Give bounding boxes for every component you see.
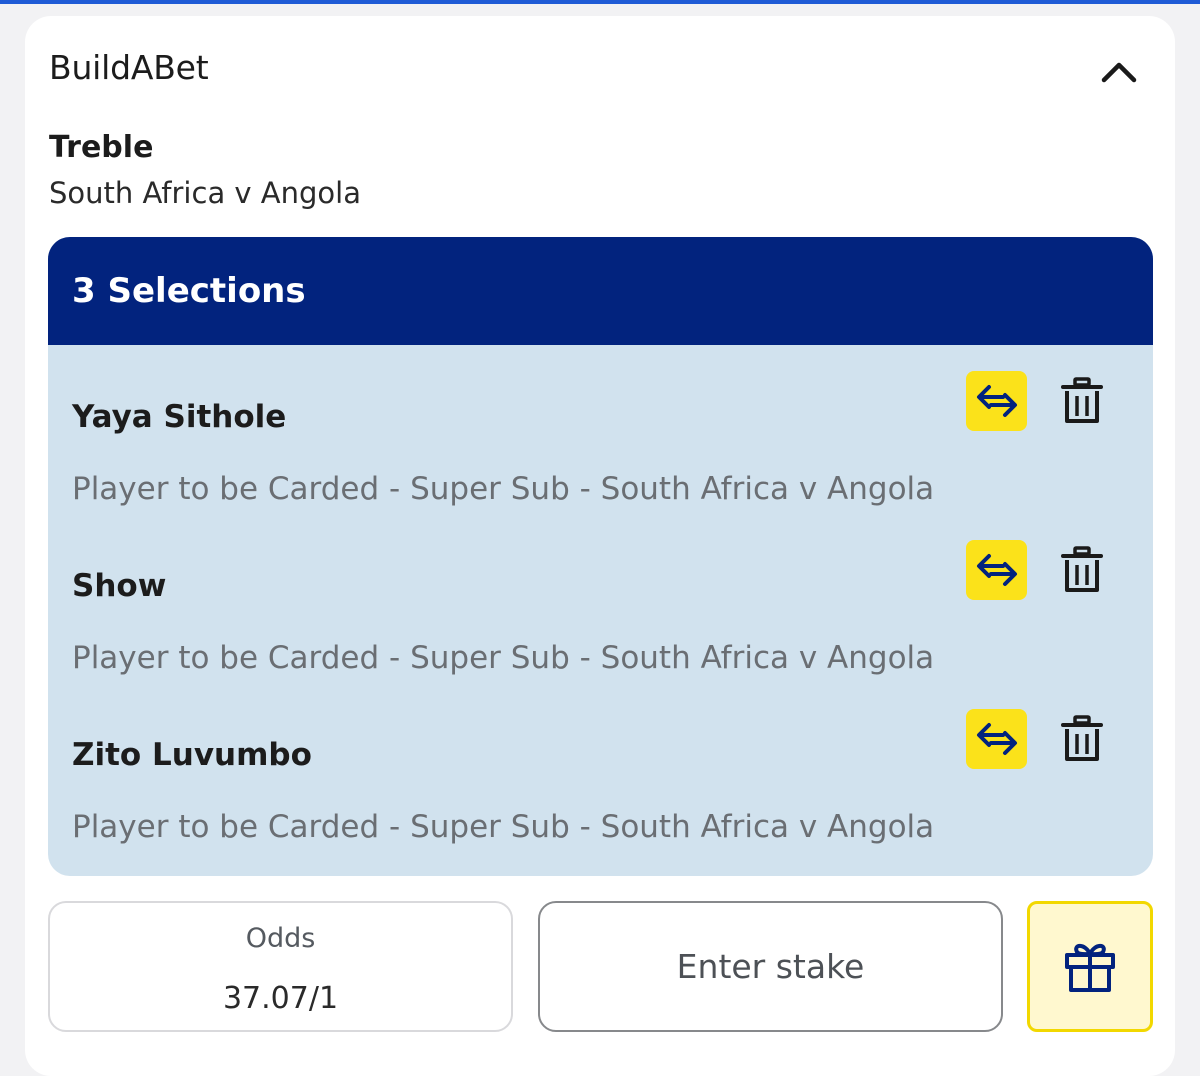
selection-description: Player to be Carded - Super Sub - South …: [72, 640, 935, 676]
selections-panel: 3 Selections Yaya Sithole Player to be C…: [48, 237, 1153, 876]
card-title: BuildABet: [49, 48, 209, 87]
selection-description: Player to be Carded - Super Sub - South …: [72, 809, 935, 845]
swap-selection-button[interactable]: [966, 371, 1027, 431]
odds-label: Odds: [245, 923, 316, 954]
chevron-up-icon: [1101, 62, 1137, 83]
collapse-button[interactable]: [1097, 50, 1141, 94]
odds-display: Odds 37.07/1: [48, 901, 513, 1032]
trash-icon: [1061, 546, 1103, 592]
selection-name: Yaya Sithole: [72, 399, 287, 435]
selection-name: Zito Luvumbo: [72, 737, 312, 773]
swap-arrows-icon: [976, 554, 1017, 586]
selection-row: Yaya Sithole Player to be Carded - Super…: [48, 371, 1153, 559]
selections-header: 3 Selections: [48, 237, 1153, 345]
selection-row: Zito Luvumbo Player to be Carded - Super…: [48, 709, 1153, 876]
buildabet-card: BuildABet Treble South Africa v Angola 3…: [25, 16, 1175, 1076]
delete-selection-button[interactable]: [1054, 709, 1110, 769]
delete-selection-button[interactable]: [1054, 371, 1110, 431]
trash-icon: [1061, 715, 1103, 761]
top-accent-bar: [0, 0, 1200, 4]
swap-selection-button[interactable]: [966, 709, 1027, 769]
trash-icon: [1061, 377, 1103, 423]
swap-arrows-icon: [976, 385, 1017, 417]
gift-icon: [1065, 943, 1115, 992]
stake-input[interactable]: [538, 901, 1003, 1032]
delete-selection-button[interactable]: [1054, 540, 1110, 600]
selection-description: Player to be Carded - Super Sub - South …: [72, 471, 935, 507]
selection-row: Show Player to be Carded - Super Sub - S…: [48, 540, 1153, 728]
swap-arrows-icon: [976, 723, 1017, 755]
odds-value: 37.07/1: [222, 981, 339, 1016]
selection-name: Show: [72, 568, 167, 604]
selections-count-title: 3 Selections: [72, 271, 306, 311]
free-bet-gift-button[interactable]: [1027, 901, 1153, 1032]
swap-selection-button[interactable]: [966, 540, 1027, 600]
bet-type-label: Treble: [49, 130, 154, 165]
card-header: BuildABet: [49, 48, 1151, 92]
bet-event-label: South Africa v Angola: [49, 176, 362, 210]
